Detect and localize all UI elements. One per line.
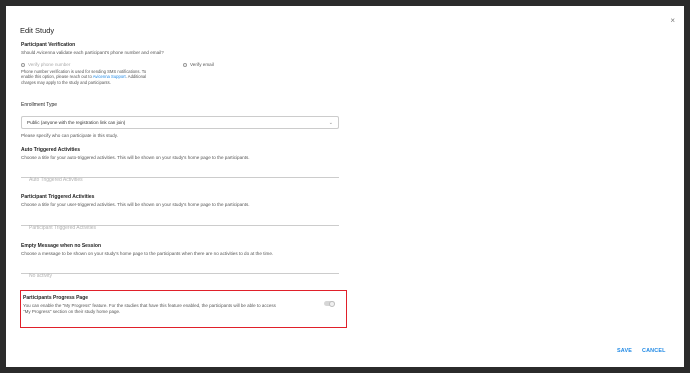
verification-question: Should Avicenna validate each participan… xyxy=(21,50,164,55)
participant-triggered-desc: Choose a title for your user-triggered a… xyxy=(21,202,250,207)
radio-circle-icon xyxy=(183,62,187,67)
phone-note-line-3: charges may apply to the study and parti… xyxy=(21,79,111,85)
empty-message-title: Empty Message when no Session xyxy=(21,243,102,249)
empty-message-desc: Choose a message to be shown on your stu… xyxy=(21,251,274,256)
progress-desc-line-2: "My Progress" section on their study hom… xyxy=(23,308,121,314)
participant-triggered-title: Participant Triggered Activities xyxy=(21,194,95,200)
enrollment-selected-value: Public (anyone with the registration lin… xyxy=(27,120,126,125)
cancel-button[interactable]: CANCEL xyxy=(642,348,666,354)
progress-page-section: Participants Progress Page You can enabl… xyxy=(23,295,343,314)
progress-page-desc: You can enable the "My Progress" feature… xyxy=(23,303,343,314)
chevron-down-icon: ⌄ xyxy=(328,119,333,126)
radio-circle-icon xyxy=(21,62,25,67)
enrollment-title: Enrollment Type xyxy=(21,102,58,108)
progress-page-title: Participants Progress Page xyxy=(23,295,89,301)
verification-title: Participant Verification xyxy=(21,42,76,48)
close-icon[interactable]: × xyxy=(670,17,675,25)
enrollment-section: Enrollment Type xyxy=(21,102,343,108)
phone-note-text-end: . Additional xyxy=(125,74,147,80)
verify-phone-label: Verify phone number xyxy=(28,62,71,67)
edit-study-dialog: Edit Study × Participant Verification Sh… xyxy=(6,6,684,367)
auto-triggered-input[interactable] xyxy=(21,177,339,183)
empty-message-input[interactable] xyxy=(21,273,339,279)
auto-triggered-section: Auto Triggered Activities Choose a title… xyxy=(21,147,343,160)
progress-page-toggle[interactable] xyxy=(324,300,335,307)
phone-verification-note: Phone number verification is used for se… xyxy=(21,69,181,85)
auto-triggered-field xyxy=(21,168,339,183)
verify-phone-radio: Verify phone number xyxy=(21,62,70,67)
participant-triggered-section: Participant Triggered Activities Choose … xyxy=(21,194,343,207)
avicenna-support-link[interactable]: Avicenna Support xyxy=(93,74,126,79)
auto-triggered-title: Auto Triggered Activities xyxy=(21,147,80,153)
toggle-knob xyxy=(329,300,335,307)
phone-note-text: enable this option, please reach out to xyxy=(21,74,93,80)
verify-email-radio[interactable]: Verify email xyxy=(183,62,214,67)
participant-triggered-input[interactable] xyxy=(21,225,339,231)
save-button[interactable]: SAVE xyxy=(617,348,632,354)
dialog-title: Edit Study xyxy=(20,26,55,35)
verification-section: Participant Verification Should Avicenna… xyxy=(21,42,343,55)
empty-message-section: Empty Message when no Session Choose a m… xyxy=(21,243,343,256)
enrollment-helper: Please specify who can participate in th… xyxy=(21,133,118,138)
verify-email-label: Verify email xyxy=(190,62,214,67)
enrollment-type-select[interactable]: Public (anyone with the registration lin… xyxy=(21,116,339,129)
participant-triggered-field xyxy=(21,216,339,231)
empty-message-field xyxy=(21,264,339,279)
auto-triggered-desc: Choose a title for your auto-triggered a… xyxy=(21,155,250,160)
